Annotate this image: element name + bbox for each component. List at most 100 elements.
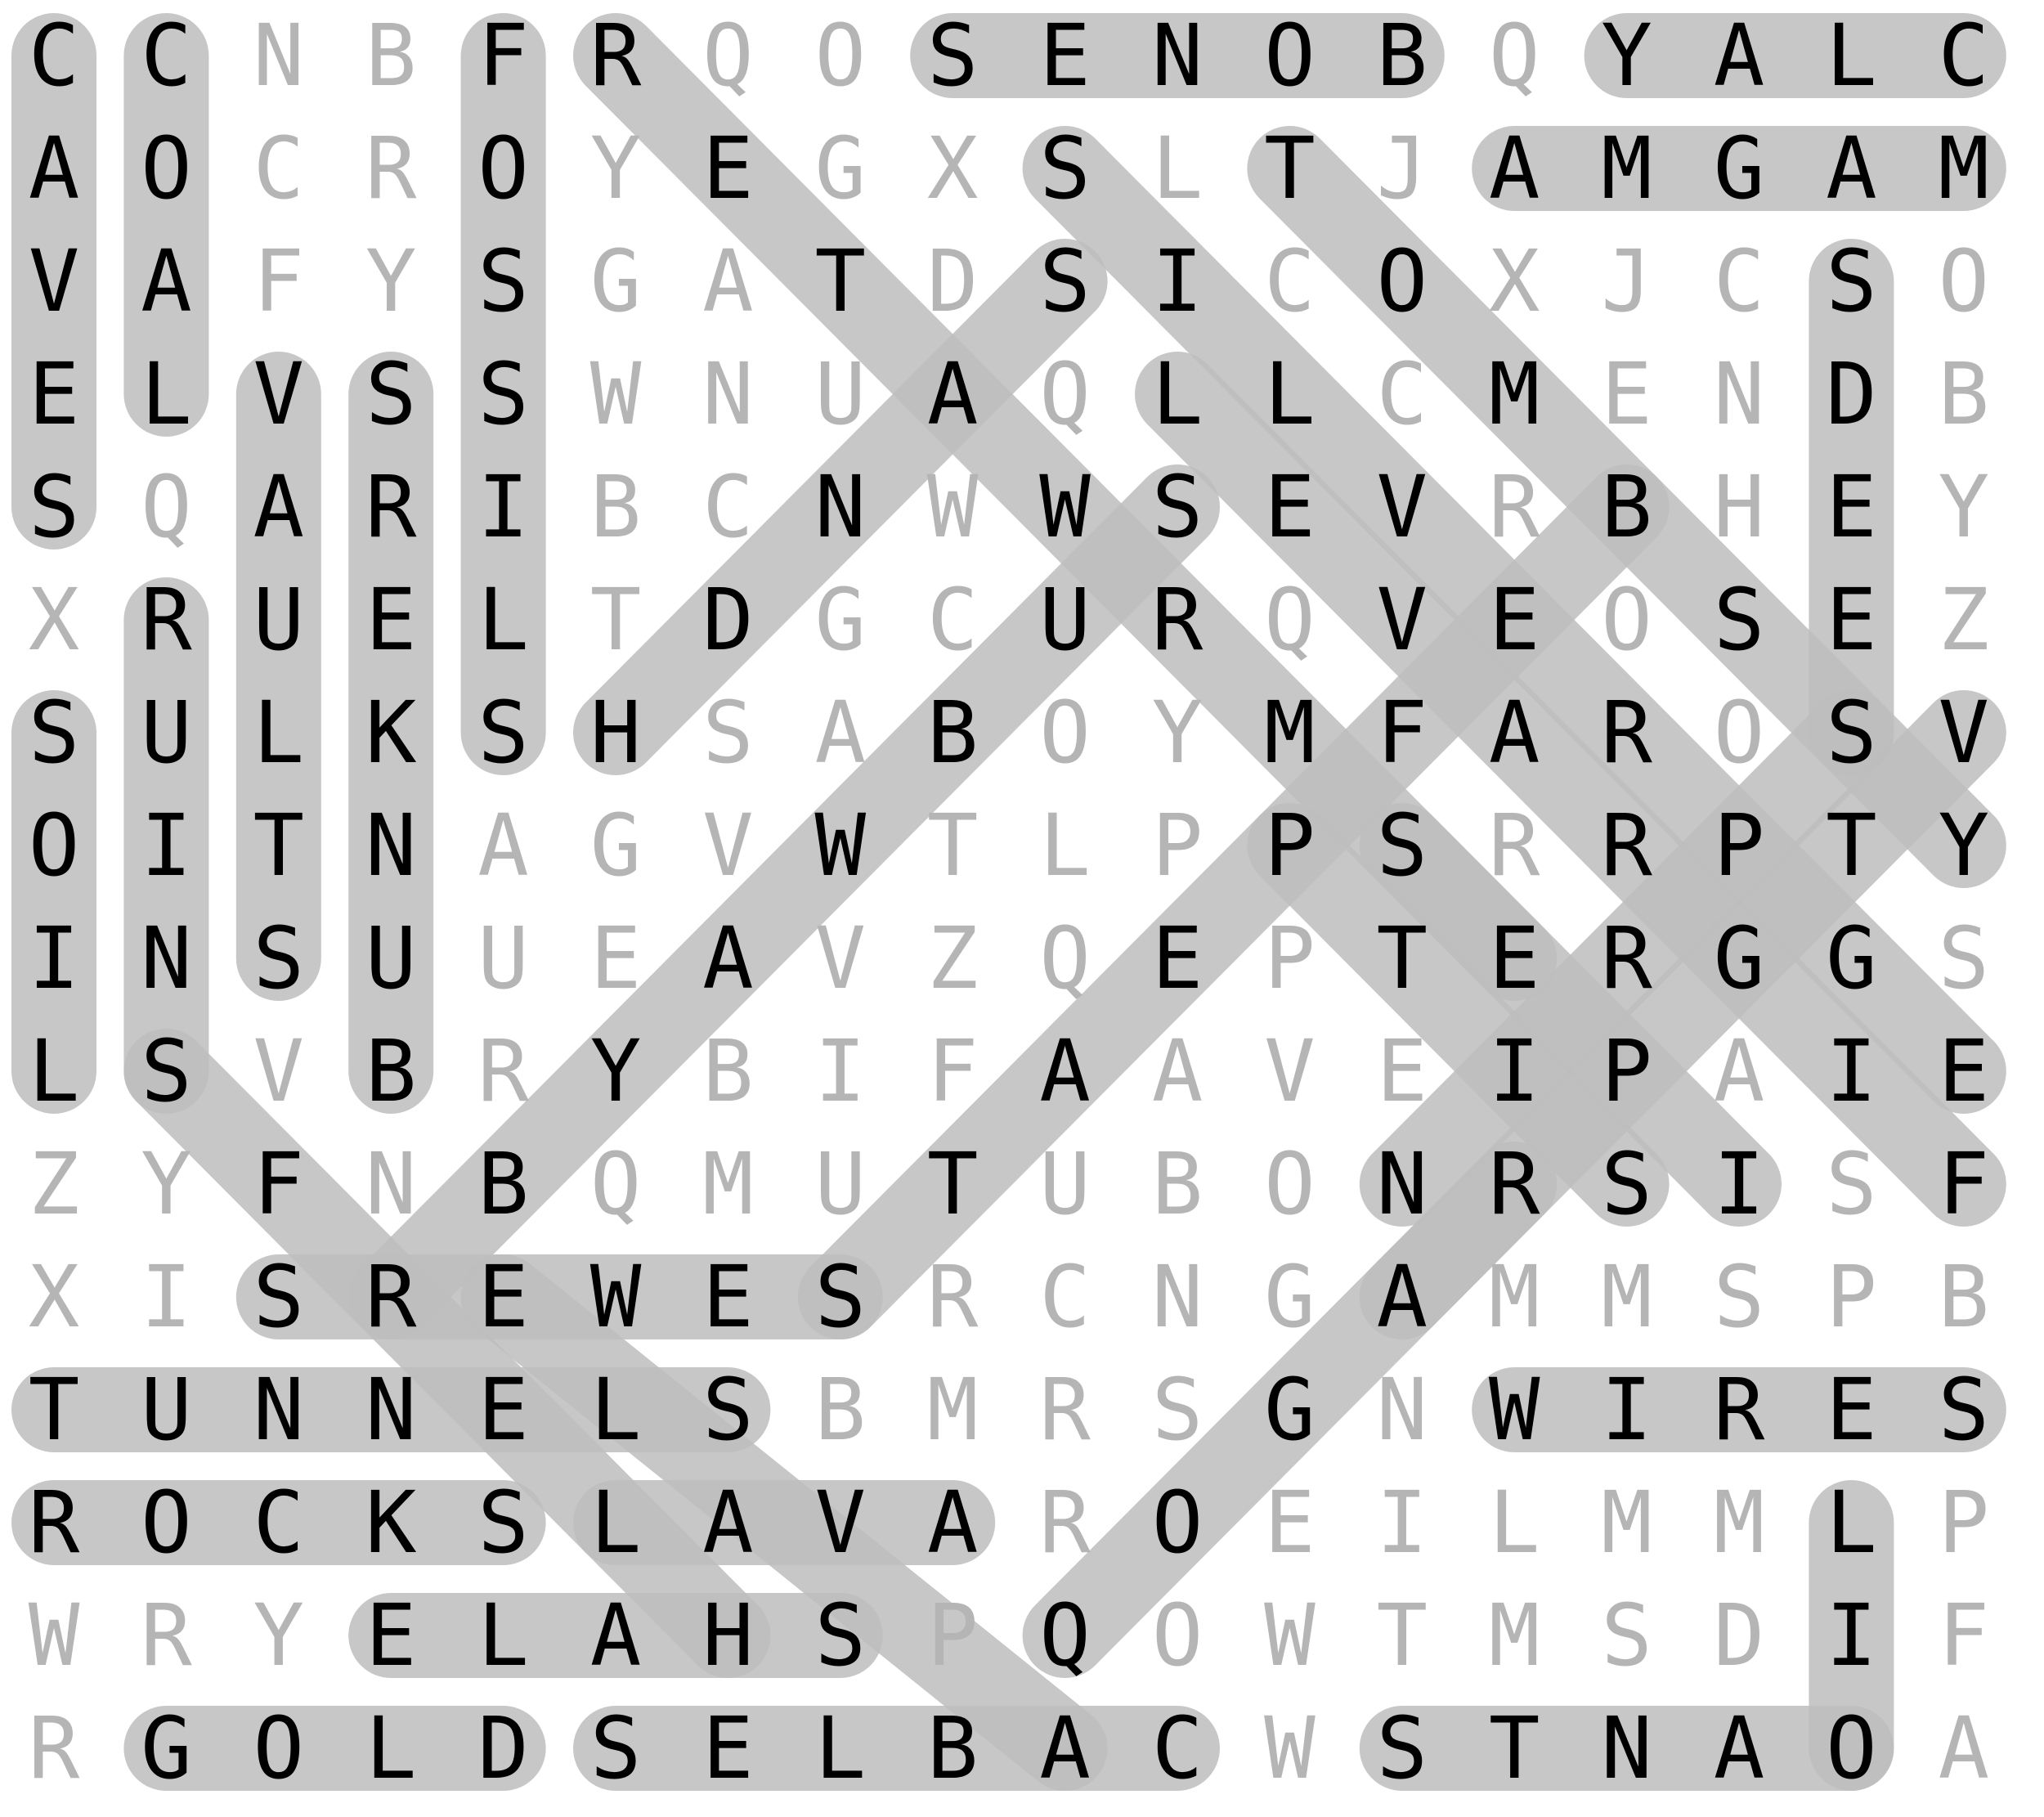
grid-letter[interactable]: N: [109, 901, 223, 1016]
grid-letter[interactable]: I: [109, 788, 223, 903]
grid-letter[interactable]: W: [558, 337, 673, 451]
grid-letter[interactable]: E: [1907, 1014, 2021, 1128]
grid-letter[interactable]: E: [670, 1691, 785, 1806]
grid-letter[interactable]: P: [1570, 1014, 1684, 1128]
grid-letter[interactable]: P: [1232, 788, 1347, 903]
grid-letter[interactable]: E: [446, 1353, 561, 1467]
grid-letter[interactable]: O: [109, 1465, 223, 1580]
grid-letter[interactable]: S: [446, 224, 561, 339]
grid-letter[interactable]: B: [334, 0, 448, 113]
grid-letter[interactable]: B: [558, 450, 673, 564]
grid-letter[interactable]: U: [783, 337, 898, 451]
grid-letter[interactable]: B: [1907, 1240, 2021, 1354]
grid-letter[interactable]: N: [670, 337, 785, 451]
grid-letter[interactable]: L: [783, 1691, 898, 1806]
grid-letter[interactable]: N: [1345, 1353, 1459, 1467]
grid-letter[interactable]: J: [1345, 111, 1459, 226]
grid-letter[interactable]: A: [109, 224, 223, 339]
grid-letter[interactable]: V: [783, 901, 898, 1016]
grid-letter[interactable]: S: [109, 1014, 223, 1128]
grid-letter[interactable]: S: [1794, 675, 1908, 790]
grid-letter[interactable]: S: [222, 901, 336, 1016]
grid-letter[interactable]: S: [783, 1240, 898, 1354]
grid-letter[interactable]: T: [222, 788, 336, 903]
grid-letter[interactable]: S: [222, 1240, 336, 1354]
grid-letter[interactable]: F: [222, 224, 336, 339]
grid-letter[interactable]: O: [1120, 1465, 1235, 1580]
grid-letter[interactable]: S: [1794, 224, 1908, 339]
grid-letter[interactable]: E: [1457, 901, 1571, 1016]
grid-letter[interactable]: R: [1457, 450, 1571, 564]
grid-letter[interactable]: I: [1120, 224, 1235, 339]
grid-letter[interactable]: S: [1120, 450, 1235, 564]
grid-letter[interactable]: G: [1682, 901, 1796, 1016]
grid-letter[interactable]: C: [222, 1465, 336, 1580]
grid-letter[interactable]: R: [0, 1465, 111, 1580]
grid-letter[interactable]: T: [895, 788, 1010, 903]
grid-letter[interactable]: S: [670, 1353, 785, 1467]
grid-letter[interactable]: P: [1232, 901, 1347, 1016]
grid-letter[interactable]: A: [1120, 1014, 1235, 1128]
grid-letter[interactable]: F: [895, 1014, 1010, 1128]
grid-letter[interactable]: L: [0, 1014, 111, 1128]
grid-letter[interactable]: N: [222, 1353, 336, 1467]
grid-letter[interactable]: R: [334, 450, 448, 564]
grid-letter[interactable]: T: [895, 1127, 1010, 1241]
grid-letter[interactable]: D: [1682, 1578, 1796, 1693]
grid-letter[interactable]: W: [1232, 1691, 1347, 1806]
grid-letter[interactable]: W: [0, 1578, 111, 1693]
grid-letter[interactable]: U: [109, 1353, 223, 1467]
grid-letter[interactable]: M: [1232, 675, 1347, 790]
grid-letter[interactable]: Z: [895, 901, 1010, 1016]
grid-letter[interactable]: R: [109, 563, 223, 677]
grid-letter[interactable]: S: [1345, 788, 1459, 903]
grid-letter[interactable]: Y: [1570, 0, 1684, 113]
grid-letter[interactable]: T: [783, 224, 898, 339]
grid-letter[interactable]: S: [1008, 224, 1123, 339]
grid-letter[interactable]: W: [895, 450, 1010, 564]
grid-letter[interactable]: Q: [1008, 901, 1123, 1016]
grid-letter[interactable]: E: [558, 901, 673, 1016]
grid-letter[interactable]: W: [783, 788, 898, 903]
grid-letter[interactable]: B: [1907, 337, 2021, 451]
grid-letter[interactable]: X: [0, 563, 111, 677]
grid-letter[interactable]: J: [1570, 224, 1684, 339]
grid-letter[interactable]: N: [334, 1127, 448, 1241]
grid-letter[interactable]: C: [222, 111, 336, 226]
grid-letter[interactable]: W: [1457, 1353, 1571, 1467]
grid-letter[interactable]: P: [1907, 1465, 2021, 1580]
grid-letter[interactable]: C: [1232, 224, 1347, 339]
grid-letter[interactable]: V: [222, 337, 336, 451]
grid-letter[interactable]: C: [670, 450, 785, 564]
grid-letter[interactable]: B: [895, 1691, 1010, 1806]
grid-letter[interactable]: Y: [1907, 788, 2021, 903]
grid-letter[interactable]: F: [446, 0, 561, 113]
grid-letter[interactable]: A: [1907, 1691, 2021, 1806]
grid-letter[interactable]: B: [783, 1353, 898, 1467]
grid-letter[interactable]: T: [0, 1353, 111, 1467]
grid-letter[interactable]: S: [558, 1691, 673, 1806]
grid-letter[interactable]: U: [1008, 563, 1123, 677]
grid-letter[interactable]: O: [1232, 0, 1347, 113]
grid-letter[interactable]: H: [670, 1578, 785, 1693]
grid-letter[interactable]: B: [1345, 0, 1459, 113]
grid-letter[interactable]: L: [446, 1578, 561, 1693]
grid-letter[interactable]: U: [334, 901, 448, 1016]
grid-letter[interactable]: E: [1794, 563, 1908, 677]
grid-letter[interactable]: B: [334, 1014, 448, 1128]
grid-letter[interactable]: T: [1345, 1578, 1459, 1693]
grid-letter[interactable]: M: [1457, 337, 1571, 451]
grid-letter[interactable]: R: [446, 1014, 561, 1128]
grid-letter[interactable]: L: [1794, 1465, 1908, 1580]
grid-letter[interactable]: Q: [1232, 563, 1347, 677]
grid-letter[interactable]: I: [1570, 1353, 1684, 1467]
grid-letter[interactable]: I: [1682, 1127, 1796, 1241]
grid-letter[interactable]: U: [109, 675, 223, 790]
grid-letter[interactable]: E: [1232, 450, 1347, 564]
grid-letter[interactable]: S: [334, 337, 448, 451]
grid-letter[interactable]: R: [558, 0, 673, 113]
grid-letter[interactable]: B: [670, 1014, 785, 1128]
grid-letter[interactable]: A: [670, 901, 785, 1016]
grid-letter[interactable]: A: [1682, 1691, 1796, 1806]
grid-letter[interactable]: A: [783, 675, 898, 790]
